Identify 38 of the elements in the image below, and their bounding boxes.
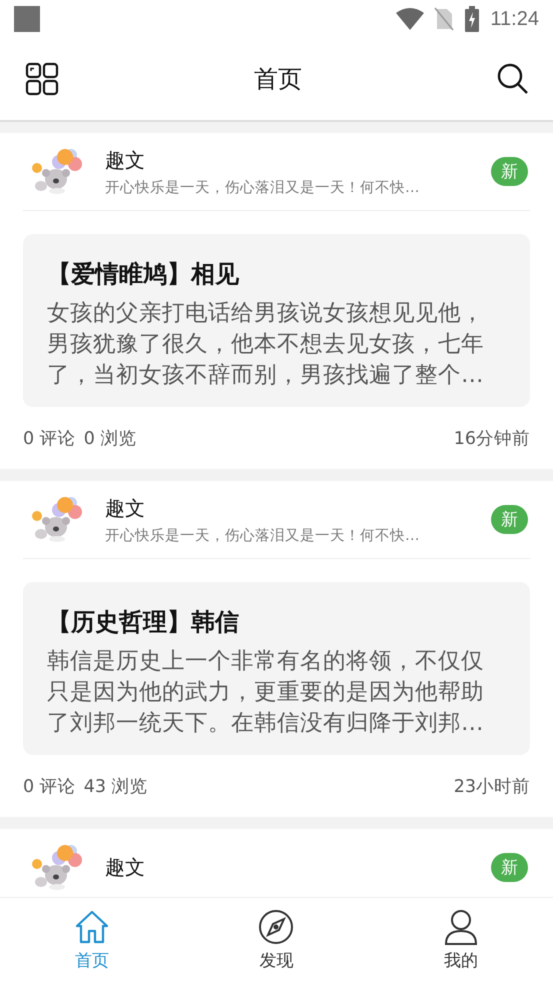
status-time: 11:24 bbox=[490, 8, 539, 30]
view-count: 43 浏览 bbox=[84, 776, 148, 798]
view-count: 0 浏览 bbox=[84, 428, 136, 450]
battery-icon bbox=[464, 6, 480, 32]
post-time: 16分钟前 bbox=[454, 428, 530, 450]
author-name: 趣文 bbox=[105, 494, 146, 522]
comment-count: 0 评论 bbox=[23, 776, 76, 798]
new-badge: 新 bbox=[491, 853, 528, 882]
wifi-icon bbox=[396, 8, 424, 30]
notification-icon bbox=[14, 6, 40, 32]
new-badge: 新 bbox=[491, 505, 528, 534]
avatar-drawing bbox=[31, 844, 83, 890]
post-title: 【爱情睢鸠】相见 bbox=[47, 259, 240, 290]
page-title: 首页 bbox=[254, 64, 302, 95]
nav-tab[interactable]: 我的 bbox=[368, 898, 553, 983]
nav-tab[interactable]: 首页 bbox=[0, 898, 184, 983]
home-icon bbox=[74, 909, 110, 945]
no-sim-icon bbox=[434, 7, 454, 31]
new-badge: 新 bbox=[491, 157, 528, 186]
avatar-drawing bbox=[31, 496, 83, 542]
search-icon[interactable] bbox=[497, 63, 529, 95]
grid-menu-icon[interactable] bbox=[25, 62, 59, 96]
author-name: 趣文 bbox=[105, 146, 146, 174]
author-tagline: 开心快乐是一天，伤心落泪又是一天！何不快… bbox=[105, 178, 420, 196]
post-excerpt: 女孩的父亲打电话给男孩说女孩想见见他，男孩犹豫了很久，他本不想去见女孩，七年了，当初女孩不辞而别，男孩找遍了整个… bbox=[47, 299, 485, 390]
post-card[interactable]: 趣文 开心快乐是一天，伤心落泪又是一天！何不快… 新 【爱情睢鸠】相见 女孩的父亲打电话给男孩说女孩想见见他，男孩犹豫了很久，他本不想去见女孩，七年了，当初女孩不辞而别，男孩找遍了整个… 0 评论 0 浏览 16分钟前 bbox=[0, 133, 553, 469]
nav-tab[interactable]: 发现 bbox=[184, 898, 369, 983]
post-excerpt: 韩信是历史上一个非常有名的将领，不仅仅只是因为他的武力，更重要的是因为他帮助了刘邦一统天下。在韩信没有归降于刘邦… bbox=[47, 647, 485, 738]
author-tagline: 开心快乐是一天，伤心落泪又是一天！何不快… bbox=[105, 526, 420, 544]
person-icon bbox=[442, 909, 479, 945]
post-card[interactable]: 趣文 开心快乐是一天，伤心落泪又是一天！何不快… 新 【历史哲理】韩信 韩信是历史上一个非常有名的将领，不仅仅只是因为他的武力，更重要的是因为他帮助了刘邦一统天下。在韩信没有归降于刘邦… 0 评论 43 浏览 23小时前 bbox=[0, 481, 553, 817]
author-name: 趣文 bbox=[105, 854, 146, 881]
comment-count: 0 评论 bbox=[23, 428, 76, 450]
avatar-drawing bbox=[31, 148, 83, 194]
post-title: 【历史哲理】韩信 bbox=[47, 607, 240, 638]
post-time: 23小时前 bbox=[454, 776, 530, 798]
compass-icon bbox=[258, 909, 294, 945]
post-card[interactable]: 趣文 新 bbox=[0, 829, 553, 897]
